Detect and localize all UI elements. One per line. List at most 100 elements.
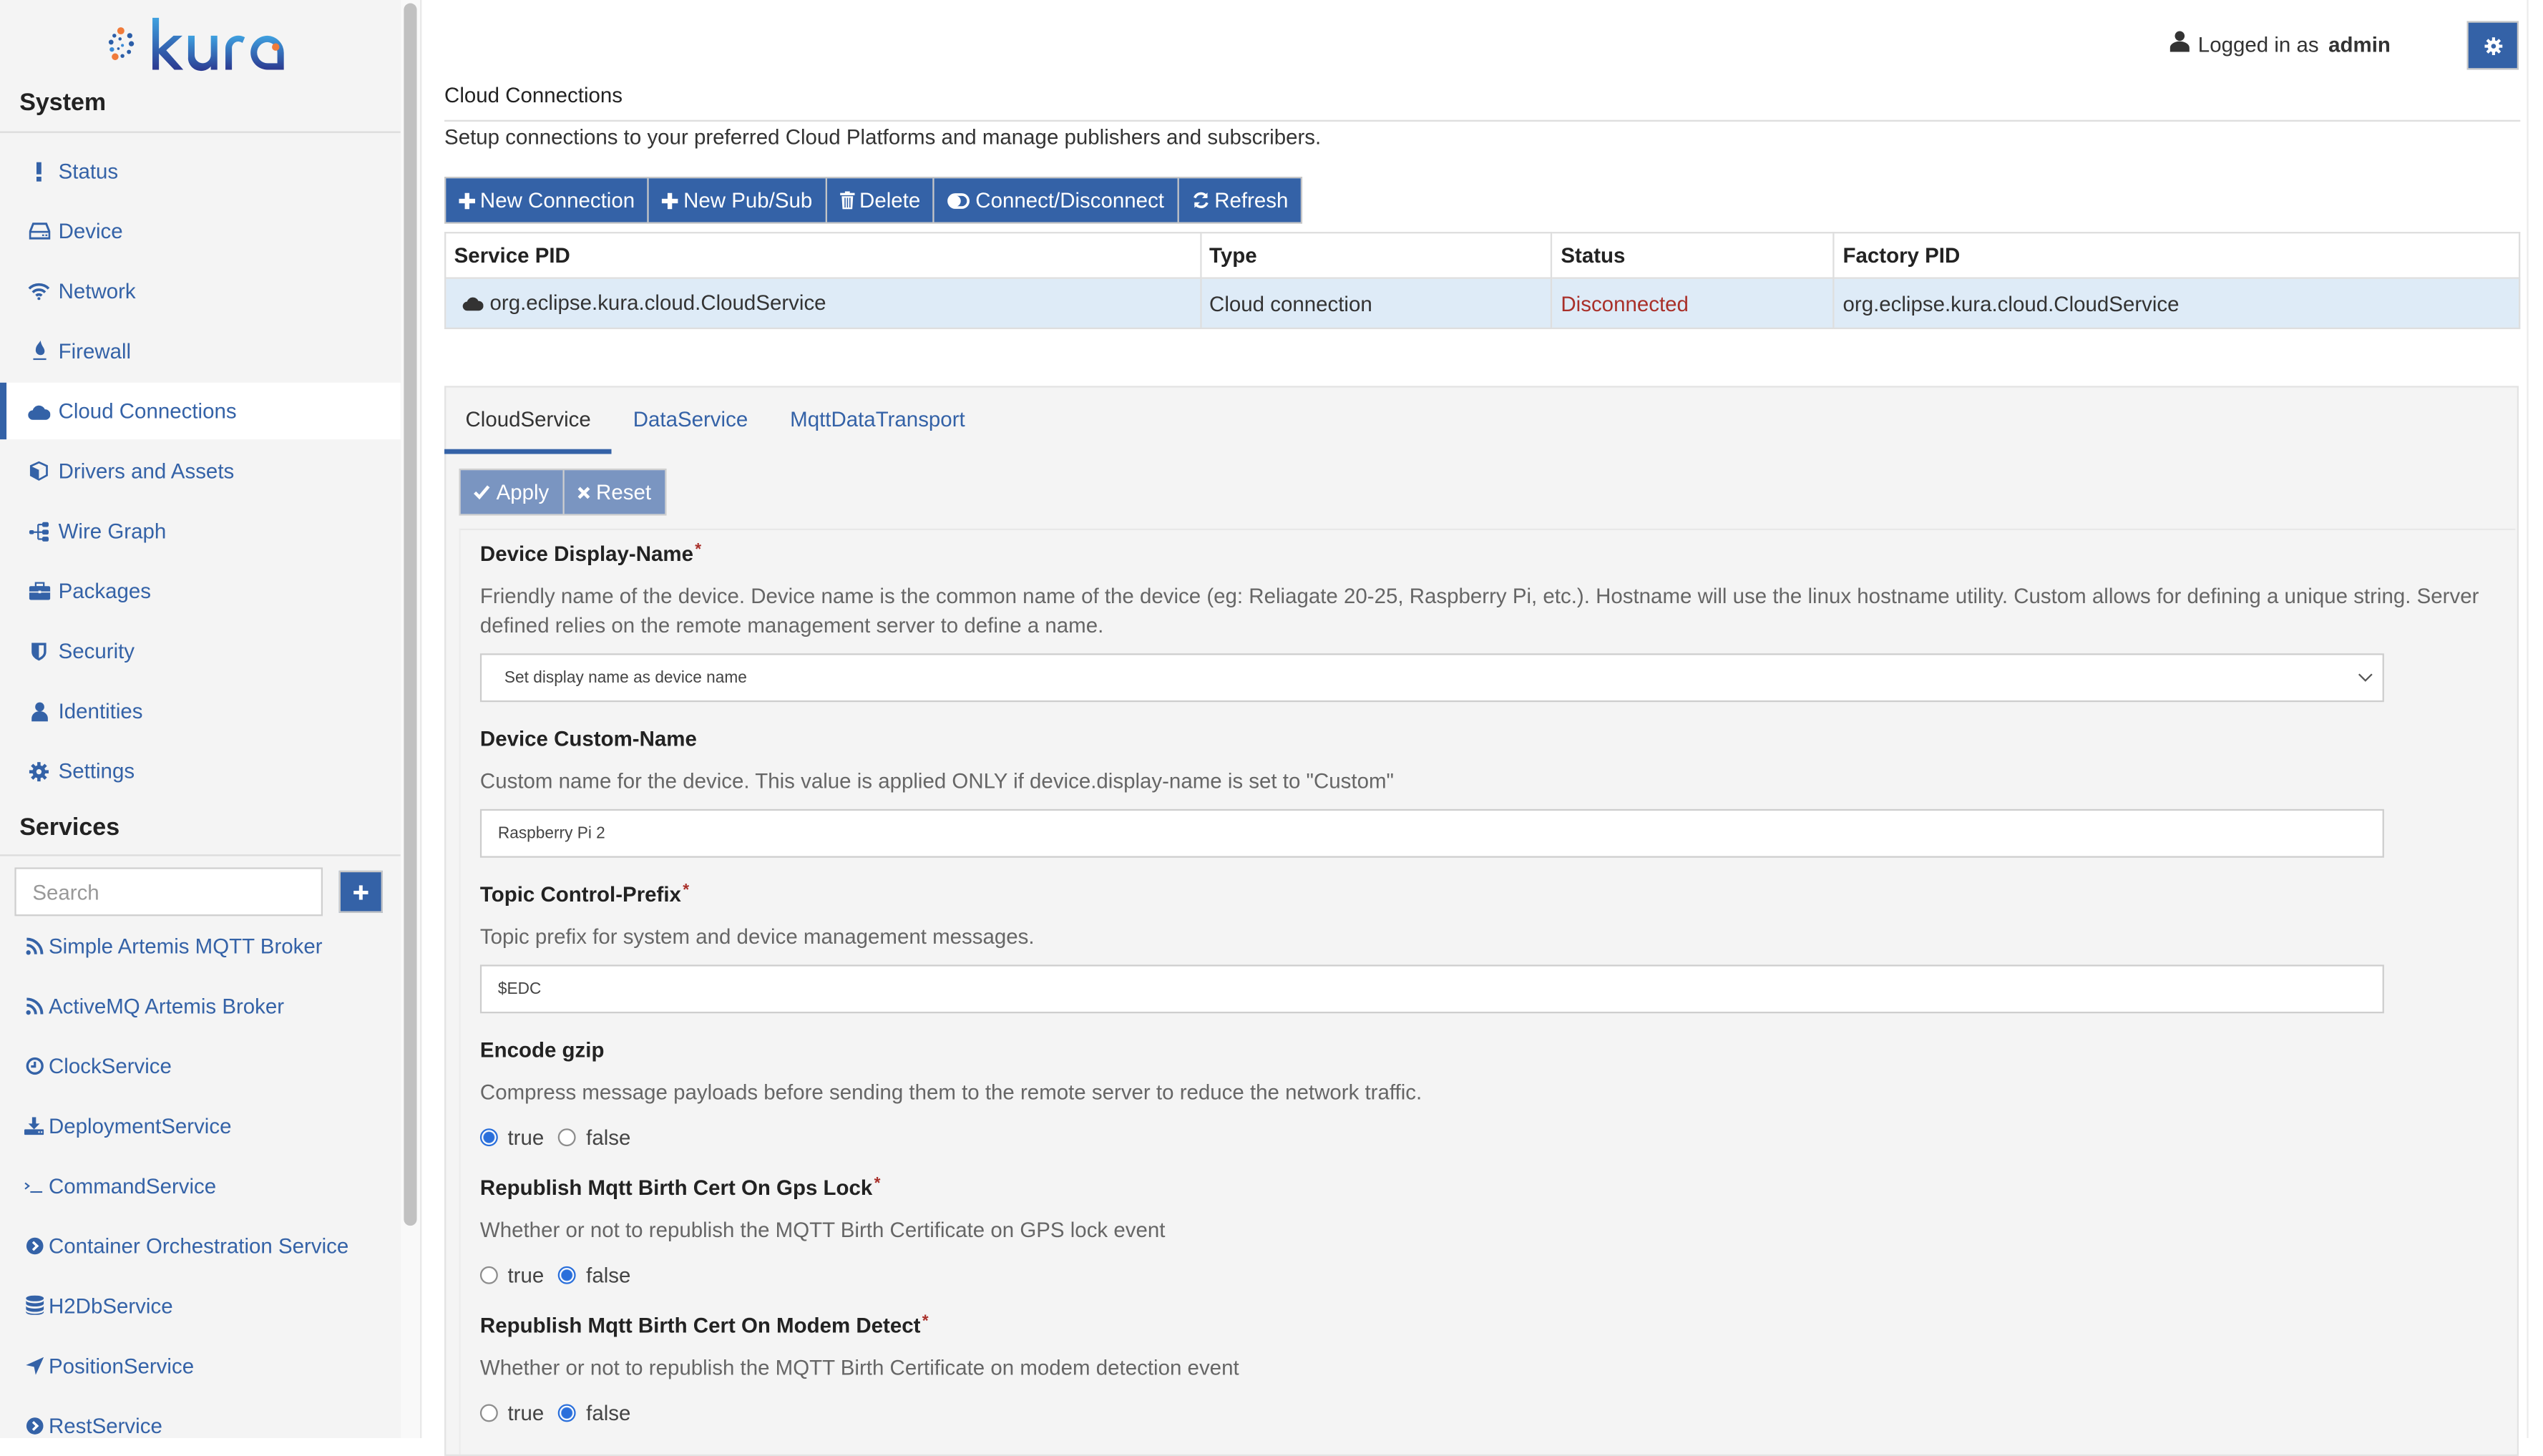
republish-modem-detect-false-radio[interactable] (558, 1404, 577, 1422)
sidebar-item-label: Identities (58, 698, 143, 723)
service-item-simple-artemis-mqtt-broker[interactable]: Simple Artemis MQTT Broker (0, 921, 401, 969)
gear-icon (28, 760, 51, 783)
trash-icon (839, 191, 855, 210)
sidebar-item-network[interactable]: Network (0, 263, 401, 319)
column-header-factory-pid[interactable]: Factory PID (1832, 232, 2521, 279)
rss-icon (24, 936, 44, 955)
exclamation-icon (28, 160, 51, 182)
add-service-button[interactable] (338, 870, 383, 913)
cell-service-pid: org.eclipse.kura.cloud.CloudService (444, 277, 1201, 330)
sidebar-item-status[interactable]: Status (0, 142, 401, 199)
settings-button[interactable] (2466, 21, 2519, 70)
service-item-restservice[interactable]: RestService (0, 1401, 401, 1438)
plus-icon (662, 192, 679, 209)
field-label-republish-gps-lock: Republish Mqtt Birth Cert On Gps Lock * (480, 1176, 881, 1200)
plus-icon (459, 192, 476, 209)
divider (0, 131, 401, 133)
sidebar-item-security[interactable]: Security (0, 622, 401, 679)
service-item-label: H2DbService (48, 1293, 173, 1318)
column-header-service-pid[interactable]: Service PID (444, 232, 1201, 279)
plus-icon (353, 884, 368, 899)
sidebar-scrollbar-thumb[interactable] (404, 3, 417, 1226)
sidebar-item-label: Drivers and Assets (58, 459, 235, 484)
apply-button[interactable]: Apply (460, 470, 564, 514)
republish-gps-lock-false-radio[interactable] (558, 1266, 577, 1284)
sitemap-icon (28, 519, 51, 542)
service-item-clockservice[interactable]: ClockService (0, 1041, 401, 1090)
topic-control-prefix-input[interactable] (479, 964, 2384, 1014)
service-item-label: ActiveMQ Artemis Broker (48, 992, 285, 1017)
page-title: Cloud Connections (444, 82, 623, 107)
sidebar-item-packages[interactable]: Packages (0, 562, 401, 619)
republish-modem-detect-true-radio[interactable] (479, 1404, 498, 1422)
sidebar-item-device[interactable]: Device (0, 202, 401, 259)
encode-gzip-true-radio[interactable] (479, 1128, 498, 1147)
service-item-label: PositionService (48, 1353, 195, 1378)
field-description: Whether or not to republish the MQTT Bir… (479, 1355, 1239, 1380)
divider (444, 119, 2521, 122)
field-label-text: Topic Control-Prefix (479, 881, 681, 907)
service-item-h2dbservice[interactable]: H2DbService (0, 1281, 401, 1329)
service-item-label: Simple Artemis MQTT Broker (48, 933, 323, 958)
cloud-icon (462, 292, 484, 316)
cell-factory-pid: org.eclipse.kura.cloud.CloudService (1832, 277, 2521, 330)
services-section-title: Services (19, 813, 120, 842)
new-pubsub-button[interactable]: New Pub/Sub (649, 178, 827, 223)
select-value: Set display name as device name (504, 668, 747, 687)
field-label-text: Device Display-Name (479, 541, 694, 566)
reset-button[interactable]: Reset (563, 470, 665, 514)
required-marker: * (683, 881, 690, 900)
radio-label: true (507, 1400, 545, 1425)
sidebar-item-firewall[interactable]: Firewall (0, 323, 401, 379)
wifi-icon (28, 280, 51, 303)
new-pubsub-label: New Pub/Sub (683, 187, 813, 212)
location-arrow-icon (24, 1355, 44, 1374)
tab-cloudservice[interactable]: CloudService (444, 388, 612, 454)
sidebar: System Status Device Network Firewall Cl… (0, 0, 403, 1439)
column-header-type[interactable]: Type (1199, 232, 1553, 279)
sidebar-item-drivers-and-assets[interactable]: Drivers and Assets (0, 443, 401, 499)
device-custom-name-input[interactable] (479, 808, 2384, 858)
device-display-name-select[interactable]: Set display name as device name (479, 653, 2384, 703)
sidebar-item-identities[interactable]: Identities (0, 683, 401, 739)
table-row[interactable]: org.eclipse.kura.cloud.CloudService Clou… (444, 277, 2521, 330)
service-item-container-orchestration-service[interactable]: Container Orchestration Service (0, 1221, 401, 1269)
service-item-deploymentservice[interactable]: DeploymentService (0, 1101, 401, 1150)
briefcase-icon (28, 580, 51, 602)
apply-label: Apply (496, 479, 550, 504)
sidebar-item-wire-graph[interactable]: Wire Graph (0, 502, 401, 559)
delete-button[interactable]: Delete (826, 178, 935, 223)
service-item-commandservice[interactable]: CommandService (0, 1161, 401, 1210)
toggle-icon (948, 192, 971, 209)
refresh-button[interactable]: Refresh (1178, 178, 1302, 223)
table-header-row: Service PID Type Status Factory PID (444, 232, 2521, 279)
user-info: Logged in as admin (2170, 31, 2391, 57)
service-item-positionservice[interactable]: PositionService (0, 1341, 401, 1389)
tab-dataservice[interactable]: DataService (612, 388, 768, 449)
new-connection-button[interactable]: New Connection (446, 178, 650, 223)
service-item-label: DeploymentService (48, 1113, 232, 1138)
sidebar-item-cloud-connections[interactable]: Cloud Connections (0, 382, 401, 440)
cell-type: Cloud connection (1199, 277, 1553, 330)
chevron-circle-right-icon (24, 1415, 44, 1435)
tab-mqttdatatransport[interactable]: MqttDataTransport (769, 388, 987, 449)
column-header-status[interactable]: Status (1551, 232, 1835, 279)
service-search-input[interactable] (14, 867, 323, 917)
download-icon (24, 1115, 44, 1135)
republish-gps-lock-true-radio[interactable] (479, 1266, 498, 1284)
encode-gzip-false-radio[interactable] (558, 1128, 577, 1147)
connect-disconnect-button[interactable]: Connect/Disconnect (934, 178, 1179, 223)
field-label-topic-control-prefix: Topic Control-Prefix * (480, 882, 689, 907)
radio-label: false (586, 1125, 631, 1150)
service-item-activemq-artemis-broker[interactable]: ActiveMQ Artemis Broker (0, 981, 401, 1030)
connections-table: Service PID Type Status Factory PID org.… (444, 232, 2521, 330)
page-scrollbar-track[interactable] (2527, 0, 2543, 1439)
cell-status: Disconnected (1551, 277, 1835, 330)
sidebar-item-label: Cloud Connections (58, 399, 237, 424)
field-label-text: Republish Mqtt Birth Cert On Modem Detec… (479, 1313, 921, 1338)
refresh-label: Refresh (1214, 187, 1289, 212)
cube-icon (28, 459, 51, 482)
sidebar-item-label: Packages (58, 578, 152, 603)
sidebar-item-settings[interactable]: Settings (0, 743, 401, 799)
service-item-label: Container Orchestration Service (48, 1233, 349, 1258)
